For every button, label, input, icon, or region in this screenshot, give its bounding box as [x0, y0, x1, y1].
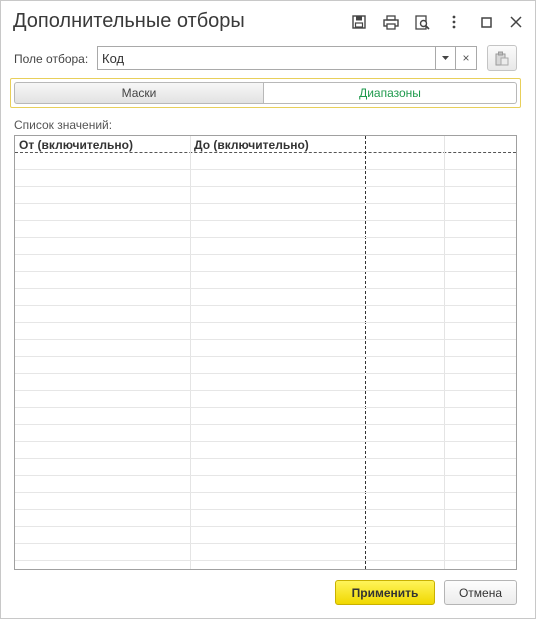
- table-row: [15, 220, 516, 221]
- clear-button[interactable]: ×: [455, 46, 477, 70]
- chevron-down-icon[interactable]: [435, 46, 456, 70]
- close-icon[interactable]: [504, 10, 528, 34]
- save-icon[interactable]: [347, 10, 371, 34]
- table-row: [15, 356, 516, 357]
- dialog-title: Дополнительные отборы: [13, 10, 245, 32]
- table-row: [15, 475, 516, 476]
- table-row: [15, 237, 516, 238]
- table-row: [15, 407, 516, 408]
- tab-ranges[interactable]: Диапазоны: [264, 82, 517, 104]
- table-row: [15, 186, 516, 187]
- table-row: [15, 288, 516, 289]
- table-row: [15, 458, 516, 459]
- filter-field-input[interactable]: Код: [97, 46, 436, 70]
- mode-switch: Маски Диапазоны: [10, 78, 521, 108]
- table-row: [15, 305, 516, 306]
- table-row: [15, 339, 516, 340]
- preview-icon[interactable]: [410, 10, 434, 34]
- cancel-button[interactable]: Отмена: [444, 580, 517, 605]
- column-divider-dashed: [365, 136, 366, 569]
- tab-masks[interactable]: Маски: [14, 82, 264, 104]
- table-row: [15, 560, 516, 561]
- table-row: [15, 169, 516, 170]
- column-header-3[interactable]: [366, 136, 445, 153]
- column-header-to[interactable]: До (включительно): [190, 136, 365, 153]
- table-row: [15, 203, 516, 204]
- table-row: [15, 424, 516, 425]
- maximize-icon[interactable]: [474, 10, 498, 34]
- table-row: [15, 390, 516, 391]
- filter-field-label: Поле отбора:: [14, 52, 89, 66]
- header-separator: [15, 152, 516, 153]
- values-table[interactable]: От (включительно) До (включительно): [14, 135, 517, 570]
- clipboard-icon[interactable]: [487, 45, 517, 71]
- values-list-label: Список значений:: [14, 118, 113, 132]
- print-icon[interactable]: [379, 10, 403, 34]
- table-row: [15, 509, 516, 510]
- column-divider: [190, 136, 191, 569]
- table-row: [15, 526, 516, 527]
- table-row: [15, 441, 516, 442]
- column-header-from[interactable]: От (включительно): [15, 136, 190, 153]
- table-row: [15, 322, 516, 323]
- more-icon[interactable]: [442, 10, 466, 34]
- table-row: [15, 492, 516, 493]
- table-row: [15, 543, 516, 544]
- column-header-4[interactable]: [445, 136, 516, 153]
- dialog-window: Дополнительные отборы Поле отбора: Код ×…: [0, 0, 536, 619]
- table-row: [15, 373, 516, 374]
- column-divider: [444, 136, 445, 569]
- apply-button[interactable]: Применить: [335, 580, 435, 605]
- table-row: [15, 254, 516, 255]
- table-row: [15, 271, 516, 272]
